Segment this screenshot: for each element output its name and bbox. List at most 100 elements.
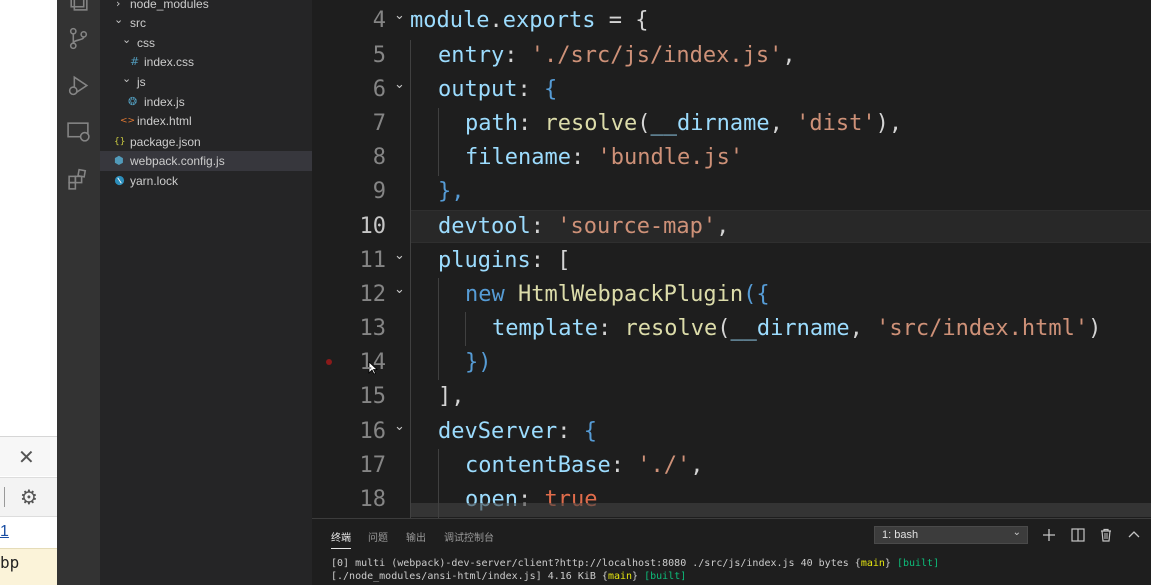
code-token: = {: [595, 8, 649, 33]
code-token: 'source-map': [557, 214, 717, 239]
tree-item-label: js: [137, 75, 146, 89]
line-number: 15: [359, 384, 387, 409]
code-line[interactable]: 6 ⌄ output: {: [312, 73, 1151, 107]
code-token: entry: [438, 43, 505, 68]
code-line[interactable]: 8 filename: 'bundle.js': [312, 141, 1151, 175]
code-line[interactable]: 5 entry: './src/js/index.js',: [312, 39, 1151, 73]
code-line[interactable]: 12 ⌄ new HtmlWebpackPlugin({: [312, 278, 1151, 312]
line-number: 11: [359, 248, 387, 273]
code-token: exports: [502, 8, 596, 33]
code-token: __dirname: [650, 111, 770, 136]
tree-folder-js[interactable]: ⌄ js: [100, 72, 312, 92]
explorer-icon[interactable]: [66, 0, 91, 13]
tree-file-package-json[interactable]: {} package.json: [100, 132, 312, 152]
code-line[interactable]: 14 }): [312, 346, 1151, 380]
code-line[interactable]: 13 template: resolve(__dirname, 'src/ind…: [312, 312, 1151, 346]
tab-problems[interactable]: 问题: [368, 529, 388, 544]
source-snippet: bp: [0, 548, 57, 585]
terminal-chunk: main: [607, 571, 633, 582]
tab-output[interactable]: 输出: [406, 529, 426, 544]
tab-terminal[interactable]: 终端: [331, 529, 351, 549]
code-token: ,: [769, 111, 797, 136]
code-token: HtmlWebpackPlugin: [517, 282, 744, 307]
html-file-icon: <>: [120, 116, 136, 126]
terminal-chunk: main: [860, 558, 885, 569]
tree-file-yarn-lock[interactable]: yarn.lock: [100, 171, 312, 191]
json-file-icon: {}: [114, 137, 126, 147]
fold-chevron-icon[interactable]: ⌄: [394, 239, 405, 273]
tree-item-label: src: [130, 16, 146, 30]
tree-folder-src[interactable]: ⌄ src: [100, 13, 312, 33]
code-token: path: [465, 111, 518, 136]
code-line[interactable]: 11 ⌄ plugins: [: [312, 244, 1151, 278]
tab-debug-console[interactable]: 调试控制台: [444, 529, 494, 544]
code-line[interactable]: 17 contentBase: './',: [312, 449, 1151, 483]
code-line[interactable]: 9 },: [312, 175, 1151, 209]
code-editor[interactable]: 4 ⌄ module.exports = { 5 entry: './src/j…: [312, 0, 1151, 518]
code-token: 'src/index.html': [876, 316, 1089, 341]
tree-item-label: webpack.config.js: [130, 154, 225, 168]
code-token: ),: [875, 111, 903, 136]
code-token: module: [410, 8, 490, 33]
terminal-text: }: [632, 571, 645, 582]
code-token: :: [517, 77, 544, 102]
code-token: './src/js/index.js': [530, 43, 783, 68]
tree-file-index-css[interactable]: # index.css: [100, 52, 312, 72]
tree-file-index-html[interactable]: <> index.html: [100, 111, 312, 131]
source-link[interactable]: 1: [0, 523, 9, 541]
tree-item-label: index.html: [137, 114, 192, 128]
remote-explorer-icon[interactable]: [66, 119, 91, 144]
fold-chevron-icon[interactable]: ⌄: [394, 410, 405, 444]
tree-folder-css[interactable]: ⌄ css: [100, 33, 312, 53]
code-token: 'bundle.js': [597, 145, 744, 170]
fold-chevron-icon[interactable]: ⌄: [394, 273, 405, 307]
code-line[interactable]: 15 ],: [312, 380, 1151, 414]
tree-file-webpack-config[interactable]: ⬢ webpack.config.js: [100, 151, 312, 171]
code-token: :: [504, 43, 531, 68]
horizontal-scrollbar[interactable]: [410, 503, 1151, 517]
trash-icon[interactable]: [1097, 526, 1115, 544]
chevron-up-icon[interactable]: [1125, 526, 1143, 544]
code-line[interactable]: 4 ⌄ module.exports = {: [312, 4, 1151, 38]
split-terminal-icon[interactable]: [1069, 526, 1087, 544]
line-number: 7: [372, 111, 386, 136]
code-token: ,: [849, 316, 877, 341]
terminal-select[interactable]: 1: bash ⌄: [874, 526, 1028, 544]
code-token: (: [637, 111, 651, 136]
tree-item-label: css: [137, 36, 155, 50]
source-snippet-text: bp: [0, 553, 20, 572]
code-token: ({: [743, 282, 770, 307]
code-token: resolve: [544, 111, 638, 136]
run-debug-icon[interactable]: [66, 73, 91, 98]
source-control-icon[interactable]: [66, 26, 91, 51]
code-line-current[interactable]: 10 devtool: 'source-map',: [312, 210, 1151, 244]
chevron-down-icon: ⌄: [122, 33, 132, 46]
code-token: :: [570, 145, 598, 170]
tree-folder-node-modules[interactable]: › node_modules: [100, 0, 312, 14]
code-line[interactable]: 7 path: resolve(__dirname, 'dist'),: [312, 107, 1151, 141]
terminal-output-line: [0] multi (webpack)-dev-server/client?ht…: [331, 558, 939, 569]
tree-item-label: package.json: [130, 135, 201, 149]
line-number: 17: [359, 453, 387, 478]
code-token: devtool: [438, 214, 531, 239]
close-devtools-icon[interactable]: ✕: [18, 445, 35, 469]
code-token: }): [465, 350, 492, 375]
chevron-down-icon: ⌄: [122, 72, 132, 85]
code-token: filename: [465, 145, 571, 170]
code-line[interactable]: 16 ⌄ devServer: {: [312, 415, 1151, 449]
fold-chevron-icon[interactable]: ⌄: [394, 68, 405, 102]
terminal-text: }: [884, 558, 897, 569]
line-number: 14: [359, 350, 387, 375]
line-number: 16: [359, 419, 387, 444]
line-number: 5: [372, 43, 386, 68]
new-terminal-icon[interactable]: [1040, 526, 1058, 544]
fold-chevron-icon[interactable]: ⌄: [394, 0, 405, 33]
settings-gear-icon[interactable]: ⚙: [20, 485, 38, 509]
line-number: 6: [372, 77, 386, 102]
activity-bar: [57, 0, 100, 585]
extensions-icon[interactable]: [66, 167, 91, 192]
tree-file-index-js[interactable]: ❂ index.js: [100, 92, 312, 112]
tree-item-label: node_modules: [130, 0, 209, 11]
code-token: ,: [690, 453, 704, 478]
line-number: 9: [372, 179, 386, 204]
